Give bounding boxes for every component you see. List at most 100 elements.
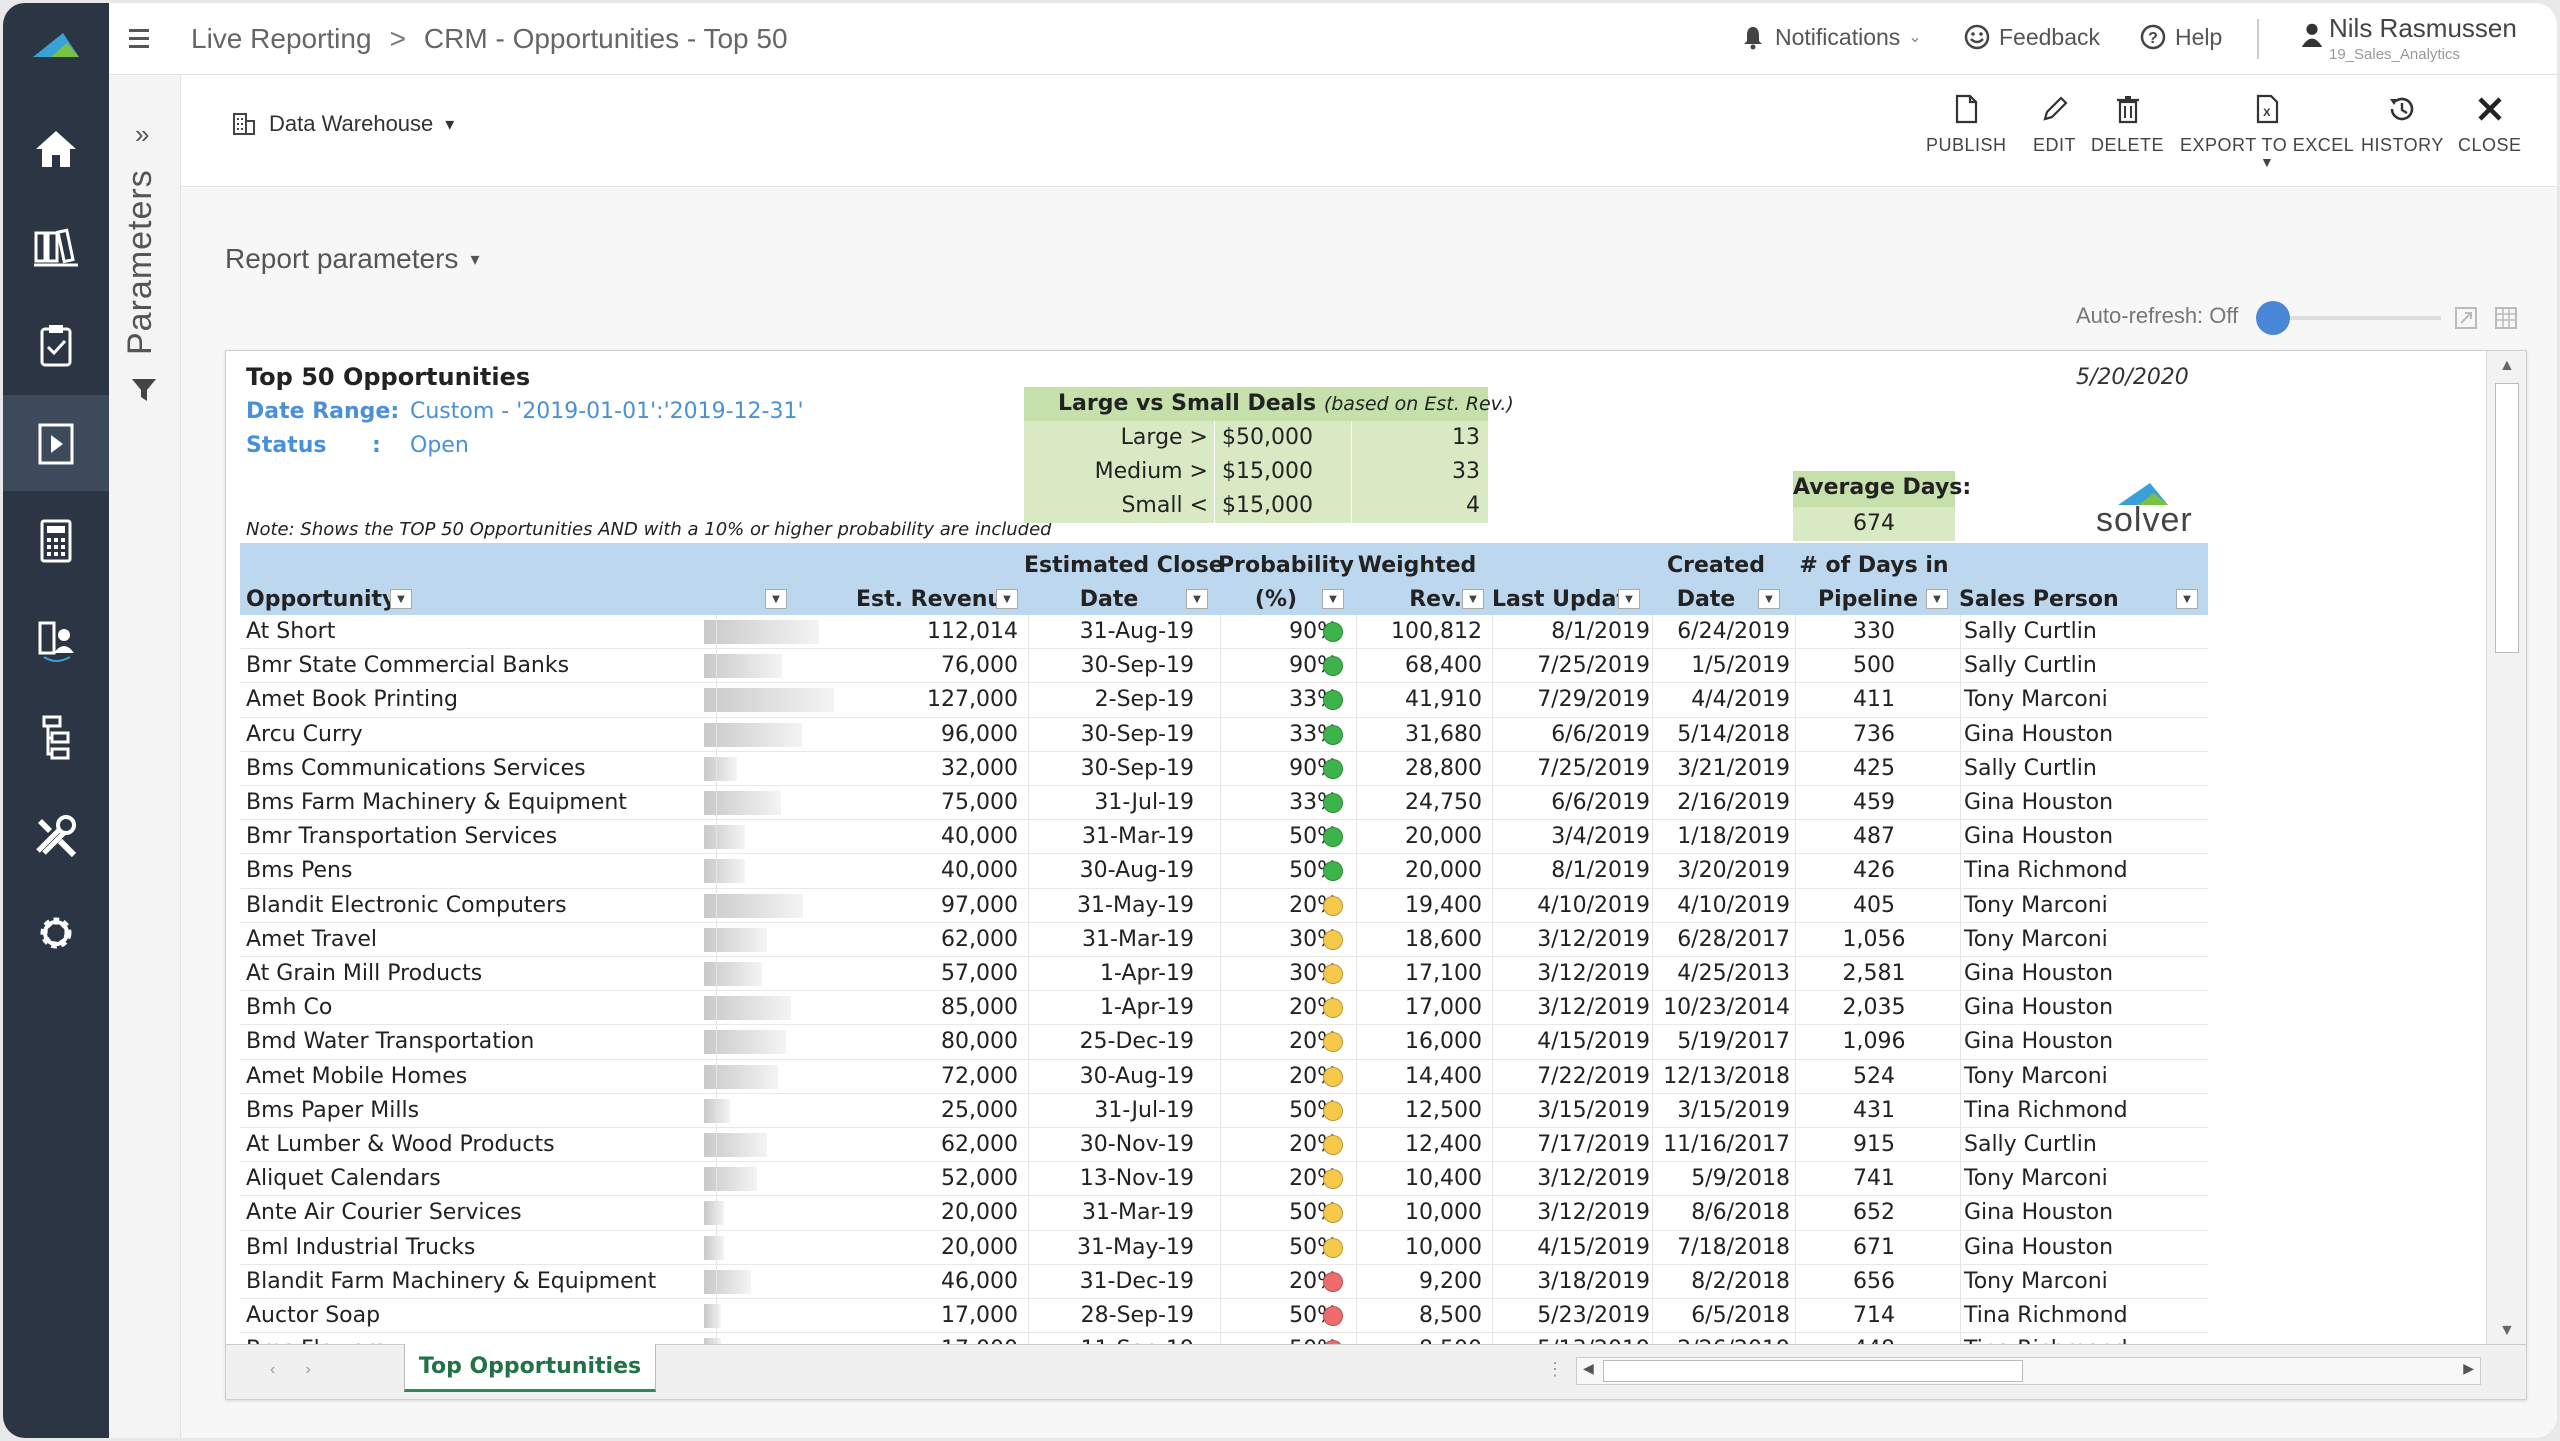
cell-est-revenue[interactable]: 76,000 bbox=[702, 649, 1018, 682]
vertical-scrollbar[interactable]: ▲ ▼ bbox=[2486, 351, 2526, 1346]
cell-weighted-rev[interactable]: 31,680 bbox=[1352, 718, 1482, 751]
cell-sales-person[interactable]: Sally Curtlin bbox=[1964, 649, 2204, 682]
cell-weighted-rev[interactable]: 16,000 bbox=[1352, 1025, 1482, 1058]
sidebar-item-planning[interactable] bbox=[3, 493, 109, 589]
cell-days-in-pipeline[interactable]: 714 bbox=[1793, 1299, 1955, 1332]
cell-opportunity[interactable]: Bmr Transportation Services bbox=[246, 820, 706, 853]
cell-close-date[interactable]: 30-Sep-19 bbox=[1024, 752, 1194, 785]
cell-probability[interactable]: 90% bbox=[1216, 649, 1338, 682]
cell-sales-person[interactable]: Tony Marconi bbox=[1964, 1060, 2204, 1093]
cell-created-date[interactable]: 5/9/2018 bbox=[1650, 1162, 1790, 1195]
filter-dropdown-icon[interactable]: ▼ bbox=[1462, 589, 1484, 609]
cell-probability[interactable]: 20% bbox=[1216, 889, 1338, 922]
cell-days-in-pipeline[interactable]: 425 bbox=[1793, 752, 1955, 785]
cell-close-date[interactable]: 31-Aug-19 bbox=[1024, 615, 1194, 648]
cell-days-in-pipeline[interactable]: 431 bbox=[1793, 1094, 1955, 1127]
cell-last-update[interactable]: 8/1/2019 bbox=[1490, 615, 1650, 648]
cell-close-date[interactable]: 25-Dec-19 bbox=[1024, 1025, 1194, 1058]
table-row[interactable]: Bmh Co 85,000 1-Apr-19 20% 17,000 3/12/2019 10… bbox=[240, 991, 2208, 1026]
edit-button[interactable]: EDIT bbox=[2033, 93, 2076, 156]
cell-probability[interactable]: 20% bbox=[1216, 991, 1338, 1024]
cell-last-update[interactable]: 3/12/2019 bbox=[1490, 957, 1650, 990]
cell-last-update[interactable]: 3/15/2019 bbox=[1490, 1094, 1650, 1127]
sidebar-item-home[interactable] bbox=[3, 101, 109, 197]
cell-close-date[interactable]: 30-Sep-19 bbox=[1024, 718, 1194, 751]
table-row[interactable]: Amet Travel 62,000 31-Mar-19 30% 18,600 3/12/… bbox=[240, 922, 2208, 957]
cell-probability[interactable]: 33% bbox=[1216, 786, 1338, 819]
cell-last-update[interactable]: 7/17/2019 bbox=[1490, 1128, 1650, 1161]
filter-dropdown-icon[interactable]: ▼ bbox=[996, 589, 1018, 609]
filter-dropdown-icon[interactable]: ▼ bbox=[2176, 589, 2198, 609]
cell-probability[interactable]: 50% bbox=[1216, 820, 1338, 853]
table-row[interactable]: Bms Paper Mills 25,000 31-Jul-19 50% 12,500 3… bbox=[240, 1093, 2208, 1128]
scroll-down-icon[interactable]: ▼ bbox=[2499, 1322, 2515, 1340]
cell-est-revenue[interactable]: 80,000 bbox=[702, 1025, 1018, 1058]
cell-est-revenue[interactable]: 52,000 bbox=[702, 1162, 1018, 1195]
export-to-excel-button[interactable]: X EXPORT TO EXCEL ▼ bbox=[2180, 93, 2354, 170]
cell-est-revenue[interactable]: 20,000 bbox=[702, 1196, 1018, 1229]
cell-weighted-rev[interactable]: 17,100 bbox=[1352, 957, 1482, 990]
cell-last-update[interactable]: 3/12/2019 bbox=[1490, 991, 1650, 1024]
spreadsheet-area[interactable]: Top 50 Opportunities 5/20/2020 Date Rang… bbox=[226, 351, 2478, 1346]
table-row[interactable]: Bms Communications Services 32,000 30-Sep-… bbox=[240, 751, 2208, 786]
filter-dropdown-icon[interactable]: ▼ bbox=[1618, 589, 1640, 609]
cell-last-update[interactable]: 3/18/2019 bbox=[1490, 1265, 1650, 1298]
cell-days-in-pipeline[interactable]: 459 bbox=[1793, 786, 1955, 819]
sheet-tab-top-opportunities[interactable]: Top Opportunities bbox=[404, 1344, 656, 1392]
cell-created-date[interactable]: 8/2/2018 bbox=[1650, 1265, 1790, 1298]
cell-probability[interactable]: 90% bbox=[1216, 615, 1338, 648]
cell-last-update[interactable]: 7/25/2019 bbox=[1490, 752, 1650, 785]
cell-weighted-rev[interactable]: 12,500 bbox=[1352, 1094, 1482, 1127]
cell-created-date[interactable]: 11/16/2017 bbox=[1650, 1128, 1790, 1161]
cell-probability[interactable]: 33% bbox=[1216, 718, 1338, 751]
cell-last-update[interactable]: 3/12/2019 bbox=[1490, 1196, 1650, 1229]
cell-sales-person[interactable]: Tina Richmond bbox=[1964, 1094, 2204, 1127]
cell-sales-person[interactable]: Gina Houston bbox=[1964, 1025, 2204, 1058]
cell-sales-person[interactable]: Tony Marconi bbox=[1964, 889, 2204, 922]
cell-weighted-rev[interactable]: 14,400 bbox=[1352, 1060, 1482, 1093]
sidebar-item-tasks[interactable] bbox=[3, 297, 109, 393]
cell-est-revenue[interactable]: 112,014 bbox=[702, 615, 1018, 648]
cell-est-revenue[interactable]: 46,000 bbox=[702, 1265, 1018, 1298]
cell-close-date[interactable]: 2-Sep-19 bbox=[1024, 683, 1194, 716]
horizontal-scrollbar[interactable]: ◀ ▶ bbox=[1576, 1357, 2481, 1385]
cell-sales-person[interactable]: Tina Richmond bbox=[1964, 854, 2204, 887]
sheet-nav-arrows[interactable]: ‹› bbox=[270, 1361, 341, 1379]
cell-created-date[interactable]: 5/19/2017 bbox=[1650, 1025, 1790, 1058]
cell-sales-person[interactable]: Gina Houston bbox=[1964, 991, 2204, 1024]
cell-probability[interactable]: 50% bbox=[1216, 1094, 1338, 1127]
hamburger-menu-icon[interactable] bbox=[129, 21, 163, 55]
cell-close-date[interactable]: 30-Aug-19 bbox=[1024, 854, 1194, 887]
cell-weighted-rev[interactable]: 9,200 bbox=[1352, 1265, 1482, 1298]
cell-probability[interactable]: 90% bbox=[1216, 752, 1338, 785]
cell-est-revenue[interactable]: 57,000 bbox=[702, 957, 1018, 990]
cell-est-revenue[interactable]: 97,000 bbox=[702, 889, 1018, 922]
cell-close-date[interactable]: 30-Aug-19 bbox=[1024, 1060, 1194, 1093]
cell-days-in-pipeline[interactable]: 671 bbox=[1793, 1231, 1955, 1264]
cell-days-in-pipeline[interactable]: 652 bbox=[1793, 1196, 1955, 1229]
filter-icon[interactable] bbox=[129, 375, 159, 405]
cell-last-update[interactable]: 4/10/2019 bbox=[1490, 889, 1650, 922]
sidebar-item-library[interactable] bbox=[3, 199, 109, 295]
table-row[interactable]: At Short 112,014 31-Aug-19 90% 100,812 8/1/20… bbox=[240, 615, 2208, 650]
cell-created-date[interactable]: 5/14/2018 bbox=[1650, 718, 1790, 751]
cell-opportunity[interactable]: Amet Book Printing bbox=[246, 683, 706, 716]
sidebar-item-tools[interactable] bbox=[3, 787, 109, 883]
cell-opportunity[interactable]: Bms Communications Services bbox=[246, 752, 706, 785]
sidebar-item-modules[interactable] bbox=[3, 689, 109, 785]
close-button[interactable]: CLOSE bbox=[2458, 93, 2522, 156]
cell-weighted-rev[interactable]: 100,812 bbox=[1352, 615, 1482, 648]
autorefresh-slider-knob[interactable] bbox=[2256, 301, 2290, 335]
vertical-scroll-thumb[interactable] bbox=[2495, 383, 2519, 653]
cell-days-in-pipeline[interactable]: 656 bbox=[1793, 1265, 1955, 1298]
cell-weighted-rev[interactable]: 19,400 bbox=[1352, 889, 1482, 922]
cell-days-in-pipeline[interactable]: 736 bbox=[1793, 718, 1955, 751]
cell-weighted-rev[interactable]: 17,000 bbox=[1352, 991, 1482, 1024]
cell-days-in-pipeline[interactable]: 2,581 bbox=[1793, 957, 1955, 990]
notifications-button[interactable]: Notifications ⌄ bbox=[1739, 23, 1922, 51]
cell-created-date[interactable]: 6/28/2017 bbox=[1650, 923, 1790, 956]
cell-days-in-pipeline[interactable]: 741 bbox=[1793, 1162, 1955, 1195]
cell-weighted-rev[interactable]: 8,500 bbox=[1352, 1299, 1482, 1332]
table-row[interactable]: Bms Pens 40,000 30-Aug-19 50% 20,000 8/1/2019… bbox=[240, 854, 2208, 889]
cell-opportunity[interactable]: Blandit Farm Machinery & Equipment bbox=[246, 1265, 706, 1298]
